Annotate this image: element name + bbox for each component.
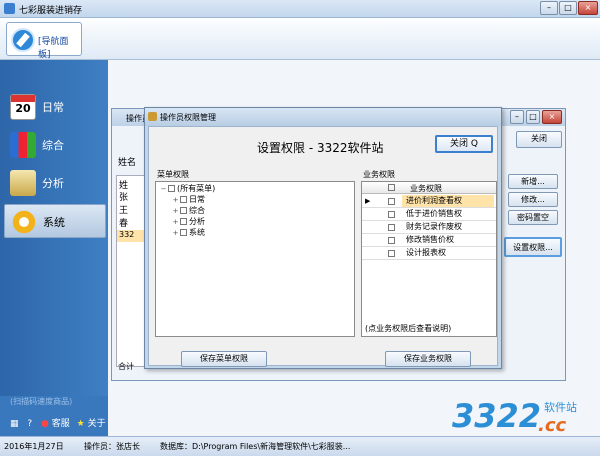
dialog-title: 操作员权限管理 (160, 113, 216, 122)
watermark-logo: 3322 软件站 .cc (452, 397, 577, 436)
tree-root[interactable]: − (所有菜单) (160, 184, 216, 194)
expand-icon: + (172, 196, 179, 204)
tree-node-analysis[interactable]: + 分析 (172, 217, 205, 227)
star-icon[interactable]: ★ (77, 419, 85, 429)
sidebar-tools: ▦ ? ● 客服 ★ 关于 (10, 416, 110, 429)
permission-dialog: 操作员权限管理 设置权限 - 3322软件站 关闭 Q 菜单权限 业务权限 −(… (144, 107, 502, 369)
help-icon[interactable]: ? (27, 419, 32, 429)
grid-row[interactable]: 低于进价销售权 (362, 208, 496, 221)
scan-hint: (扫描码速度商品) (10, 397, 73, 406)
chart-icon (10, 170, 36, 196)
status-date: 2016年1月27日 (4, 442, 64, 451)
service-icon[interactable]: ● (41, 419, 49, 429)
sidebar-item-label: 分析 (42, 177, 64, 190)
set-permission-button[interactable]: 设置权限... (504, 237, 562, 257)
app-titlebar: 七彩服装进销存 – □ × (0, 0, 600, 18)
service-label[interactable]: 客服 (52, 419, 70, 429)
checkbox (388, 211, 395, 218)
checkbox (388, 224, 395, 231)
compass-icon (11, 28, 35, 52)
expand-icon: + (172, 207, 179, 215)
menu-permission-label: 菜单权限 (157, 170, 189, 179)
menu-permission-tree[interactable]: − (所有菜单) + 日常 + 综合 + 分析 + 系统 (155, 181, 355, 337)
save-menu-permission-button[interactable]: 保存菜单权限 (181, 351, 267, 367)
sidebar-item-label: 系统 (43, 216, 65, 229)
sidebar-item-label: 综合 (42, 139, 64, 152)
collapse-icon: − (160, 185, 167, 193)
dialog-heading: 设置权限 - 3322软件站 (257, 141, 384, 155)
app-icon (4, 3, 15, 14)
dialog-close-button[interactable]: 关闭 Q (435, 135, 493, 153)
column-name-header: 姓名 (118, 158, 137, 168)
sidebar-footer: (扫描码速度商品) ▦ ? ● 客服 ★ 关于 (0, 396, 108, 436)
edit-button[interactable]: 修改... (508, 192, 558, 207)
add-button[interactable]: 新增... (508, 174, 558, 189)
row-pointer-icon: ▶ (365, 197, 371, 205)
checkbox (388, 250, 395, 257)
tree-node-daily[interactable]: + 日常 (172, 195, 205, 205)
sidebar-item-general[interactable]: 综合 (4, 128, 106, 162)
calculator-icon[interactable]: ▦ (10, 419, 19, 429)
tab-bar: [导航面板] (0, 18, 600, 60)
business-note: (点业务权限后查看说明) (365, 324, 452, 333)
footer-total: 合计 (118, 362, 134, 371)
sidebar-item-system[interactable]: 系统 (4, 204, 106, 238)
binders-icon (10, 132, 36, 158)
list-item[interactable]: 张 (119, 190, 128, 203)
header-checkbox (388, 184, 395, 191)
checkbox (388, 198, 395, 205)
checkbox (180, 218, 187, 225)
save-business-permission-button[interactable]: 保存业务权限 (385, 351, 471, 367)
minimize-button[interactable]: – (540, 1, 558, 15)
checkbox (180, 196, 187, 203)
calendar-icon: 20 (10, 94, 36, 120)
app-title: 七彩服装进销存 (19, 6, 83, 16)
dialog-icon (148, 112, 157, 121)
business-permission-grid[interactable]: 业务权限 ▶ 进价利润查看权 低于进价销售权 财务记录作废权 修改销售价权 设计报… (361, 181, 497, 337)
sidebar-item-label: 日常 (42, 101, 64, 114)
list-item[interactable]: 春 (119, 216, 128, 229)
operator-close-button[interactable]: 关闭 (516, 131, 562, 148)
sidebar-item-daily[interactable]: 20 日常 (4, 90, 106, 124)
grid-row[interactable]: 修改销售价权 (362, 234, 496, 247)
status-database: 数据库：D:\Program Files\新海管理软件\七彩服装... (160, 442, 351, 451)
checkbox (168, 185, 175, 192)
list-item[interactable]: 王 (119, 203, 128, 216)
grid-header-label: 业务权限 (410, 184, 442, 193)
sidebar: 20 日常 综合 分析 系统 (0, 60, 108, 436)
grid-row[interactable]: ▶ 进价利润查看权 (362, 195, 496, 208)
checkbox (180, 207, 187, 214)
operator-min-button[interactable]: – (510, 110, 524, 124)
close-window-button[interactable]: × (578, 1, 598, 15)
checkbox (388, 237, 395, 244)
business-permission-label: 业务权限 (363, 170, 395, 179)
about-label[interactable]: 关于 (88, 419, 106, 429)
status-operator: 操作员：张店长 (84, 442, 140, 451)
nav-panel-tab[interactable]: [导航面板] (6, 22, 82, 60)
grid-header: 业务权限 (362, 182, 496, 194)
maximize-button[interactable]: □ (559, 1, 577, 15)
expand-icon: + (172, 229, 179, 237)
grid-row[interactable]: 设计报表权 (362, 247, 496, 260)
reset-password-button[interactable]: 密码置空 (508, 210, 558, 225)
operator-close-x[interactable]: × (542, 110, 562, 124)
operator-max-button[interactable]: □ (526, 110, 540, 124)
tree-node-system[interactable]: + 系统 (172, 228, 205, 238)
tree-node-general[interactable]: + 综合 (172, 206, 205, 216)
operator-list[interactable]: 姓 张 王 春 332 (116, 175, 146, 367)
checkbox (180, 229, 187, 236)
expand-icon: + (172, 218, 179, 226)
dialog-client: 设置权限 - 3322软件站 关闭 Q 菜单权限 业务权限 − (所有菜单) + 日… (148, 126, 498, 367)
nav-panel-label: [导航面板] (38, 37, 69, 60)
gear-icon (11, 209, 37, 235)
list-item-selected[interactable]: 332 (117, 230, 145, 242)
sidebar-item-analysis[interactable]: 分析 (4, 166, 106, 200)
grid-row[interactable]: 财务记录作废权 (362, 221, 496, 234)
